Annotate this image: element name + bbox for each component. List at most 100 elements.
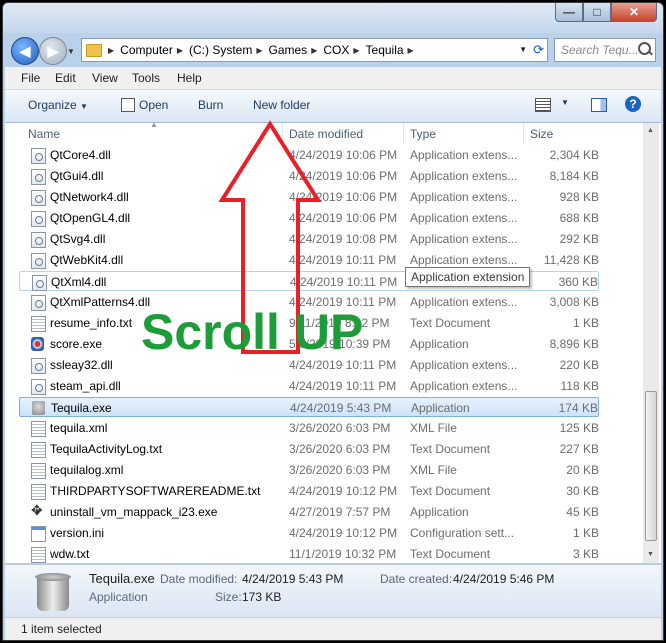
- menu-file[interactable]: File: [21, 71, 40, 85]
- breadcrumb-separator[interactable]: ▶: [256, 46, 262, 55]
- file-name: QtOpenGL4.dll: [50, 211, 131, 225]
- column-type[interactable]: Type: [410, 127, 436, 141]
- file-row[interactable]: TequilaActivityLog.txt 3/26/2020 6:03 PM T…: [19, 439, 599, 459]
- file-row[interactable]: tequila.xml 3/26/2020 6:03 PM XML File 125 …: [19, 418, 599, 438]
- menu-tools[interactable]: Tools: [132, 71, 160, 85]
- folder-icon: [86, 43, 102, 57]
- refresh-icon[interactable]: ⟳: [533, 42, 544, 58]
- menu-edit[interactable]: Edit: [55, 71, 76, 85]
- file-row[interactable]: QtOpenGL4.dll 4/24/2019 10:06 PM Applicati…: [19, 208, 599, 228]
- file-date: 4/24/2019 10:06 PM: [289, 190, 398, 204]
- vertical-scrollbar[interactable]: ▲ ▼: [643, 123, 659, 563]
- breadcrumb-separator[interactable]: ▶: [108, 46, 114, 55]
- column-header: ▲ Name Date modified Type Size: [5, 120, 661, 143]
- file-row[interactable]: QtSvg4.dll 4/24/2019 10:08 PM Application …: [19, 229, 599, 249]
- breadcrumb-games[interactable]: Games: [269, 43, 308, 57]
- text-file-icon: [31, 547, 46, 563]
- breadcrumb-separator[interactable]: ▶: [408, 46, 414, 55]
- scroll-up-arrow-icon[interactable]: ▲: [647, 127, 654, 134]
- breadcrumb-tequila[interactable]: Tequila: [366, 43, 404, 57]
- breadcrumb-separator[interactable]: ▶: [177, 46, 183, 55]
- file-row[interactable]: QtCore4.dll 4/24/2019 10:06 PM Application…: [19, 145, 599, 165]
- file-row[interactable]: QtNetwork4.dll 4/24/2019 10:06 PM Applicat…: [19, 187, 599, 207]
- uninstall-exe-icon: [31, 502, 44, 519]
- file-type: Application extens...: [410, 295, 518, 309]
- tequila-large-icon: [33, 571, 73, 613]
- file-size: 45 KB: [566, 505, 599, 519]
- file-row[interactable]: QtGui4.dll 4/24/2019 10:06 PM Application …: [19, 166, 599, 186]
- close-button[interactable]: ✕: [611, 3, 657, 22]
- new-folder-button[interactable]: New folder: [253, 98, 310, 112]
- view-options-chevron-icon[interactable]: ▼: [561, 98, 569, 107]
- breadcrumb-computer[interactable]: Computer: [120, 43, 173, 57]
- file-type: Text Document: [410, 316, 491, 330]
- burn-button[interactable]: Burn: [198, 98, 223, 112]
- file-size: 688 KB: [559, 211, 599, 225]
- file-name: QtGui4.dll: [50, 169, 104, 183]
- forward-button[interactable]: ▶: [39, 37, 67, 65]
- change-view-icon[interactable]: [535, 98, 551, 112]
- column-date[interactable]: Date modified: [289, 127, 363, 141]
- scroll-up-annotation: Scroll UP: [141, 304, 364, 360]
- recent-pages-dropdown[interactable]: ▼: [67, 47, 75, 56]
- dll-icon: [31, 211, 46, 227]
- file-row[interactable]: version.ini 4/24/2019 10:12 PM Configurati…: [19, 523, 599, 543]
- details-modified-value: 4/24/2019 5:43 PM: [242, 572, 344, 586]
- file-date: 4/27/2019 7:57 PM: [289, 505, 391, 519]
- file-name: QtWebKit4.dll: [50, 253, 124, 267]
- details-file-name: Tequila.exe: [89, 571, 155, 586]
- file-row[interactable]: uninstall_vm_mappack_i23.exe 4/27/2019 7:…: [19, 502, 599, 522]
- open-button[interactable]: Open: [139, 98, 168, 112]
- preview-pane-icon[interactable]: [591, 98, 607, 112]
- file-name: tequila.xml: [50, 421, 108, 435]
- file-date: 4/24/2019 5:43 PM: [290, 401, 392, 415]
- breadcrumb-separator[interactable]: ▶: [311, 46, 317, 55]
- dll-icon: [31, 253, 46, 269]
- file-size: 1 KB: [572, 526, 599, 540]
- file-row[interactable]: wdw.txt 11/1/2019 10:32 PM Text Document 3 …: [19, 544, 599, 564]
- file-type: Application extens...: [410, 211, 518, 225]
- column-name[interactable]: Name: [28, 127, 60, 141]
- organize-button[interactable]: Organize ▼: [28, 98, 88, 112]
- breadcrumb-separator[interactable]: ▶: [353, 46, 359, 55]
- help-icon[interactable]: ?: [625, 96, 641, 112]
- file-name: uninstall_vm_mappack_i23.exe: [50, 505, 218, 519]
- scroll-down-arrow-icon[interactable]: ▼: [647, 551, 654, 558]
- file-date: 4/24/2019 10:12 PM: [289, 526, 398, 540]
- score-exe-icon: [31, 337, 44, 351]
- ini-file-icon: [31, 526, 46, 542]
- menu-bar: File Edit View Tools Help: [5, 67, 661, 90]
- file-row[interactable]: Tequila.exe 4/24/2019 5:43 PM Application 1…: [19, 397, 599, 417]
- file-name: ssleay32.dll: [50, 358, 113, 372]
- command-bar: Organize ▼ Open Burn New folder ▼ ?: [5, 90, 661, 123]
- file-type: Application extens...: [410, 190, 518, 204]
- scrollbar-thumb[interactable]: [645, 391, 657, 541]
- breadcrumb-cox[interactable]: COX: [323, 43, 349, 57]
- dll-icon: [31, 358, 46, 374]
- column-divider[interactable]: [282, 123, 283, 143]
- file-row[interactable]: tequilalog.xml 3/26/2020 6:03 PM XML File 2…: [19, 460, 599, 480]
- menu-help[interactable]: Help: [177, 71, 202, 85]
- back-button[interactable]: ◀: [11, 37, 39, 65]
- breadcrumb-drive[interactable]: (C:) System: [189, 43, 252, 57]
- file-type: Application: [410, 337, 469, 351]
- search-input[interactable]: Search Tequ...: [554, 38, 656, 62]
- navigation-bar: ◀ ▶ ▼ ▶ Computer ▶ (C:) System ▶ Games ▶…: [3, 33, 663, 67]
- column-divider[interactable]: [523, 123, 524, 143]
- file-name: THIRDPARTYSOFTWAREREADME.txt: [50, 484, 261, 498]
- file-name: TequilaActivityLog.txt: [50, 442, 163, 456]
- menu-view[interactable]: View: [92, 71, 118, 85]
- file-row[interactable]: THIRDPARTYSOFTWAREREADME.txt 4/24/2019 10…: [19, 481, 599, 501]
- column-size[interactable]: Size: [530, 127, 553, 141]
- chevron-down-icon: ▼: [80, 102, 88, 111]
- column-divider[interactable]: [403, 123, 404, 143]
- search-placeholder: Search Tequ...: [561, 43, 639, 57]
- address-dropdown-icon[interactable]: ▼: [519, 45, 527, 54]
- maximize-button[interactable]: □: [583, 3, 611, 22]
- address-bar[interactable]: ▶ Computer ▶ (C:) System ▶ Games ▶ COX ▶…: [81, 38, 548, 62]
- file-type: Application: [410, 505, 469, 519]
- file-row[interactable]: steam_api.dll 4/24/2019 10:11 PM Applicati…: [19, 376, 599, 396]
- file-type: Application extens...: [410, 358, 518, 372]
- minimize-button[interactable]: —: [555, 3, 583, 22]
- details-size-label: Size:: [215, 590, 242, 604]
